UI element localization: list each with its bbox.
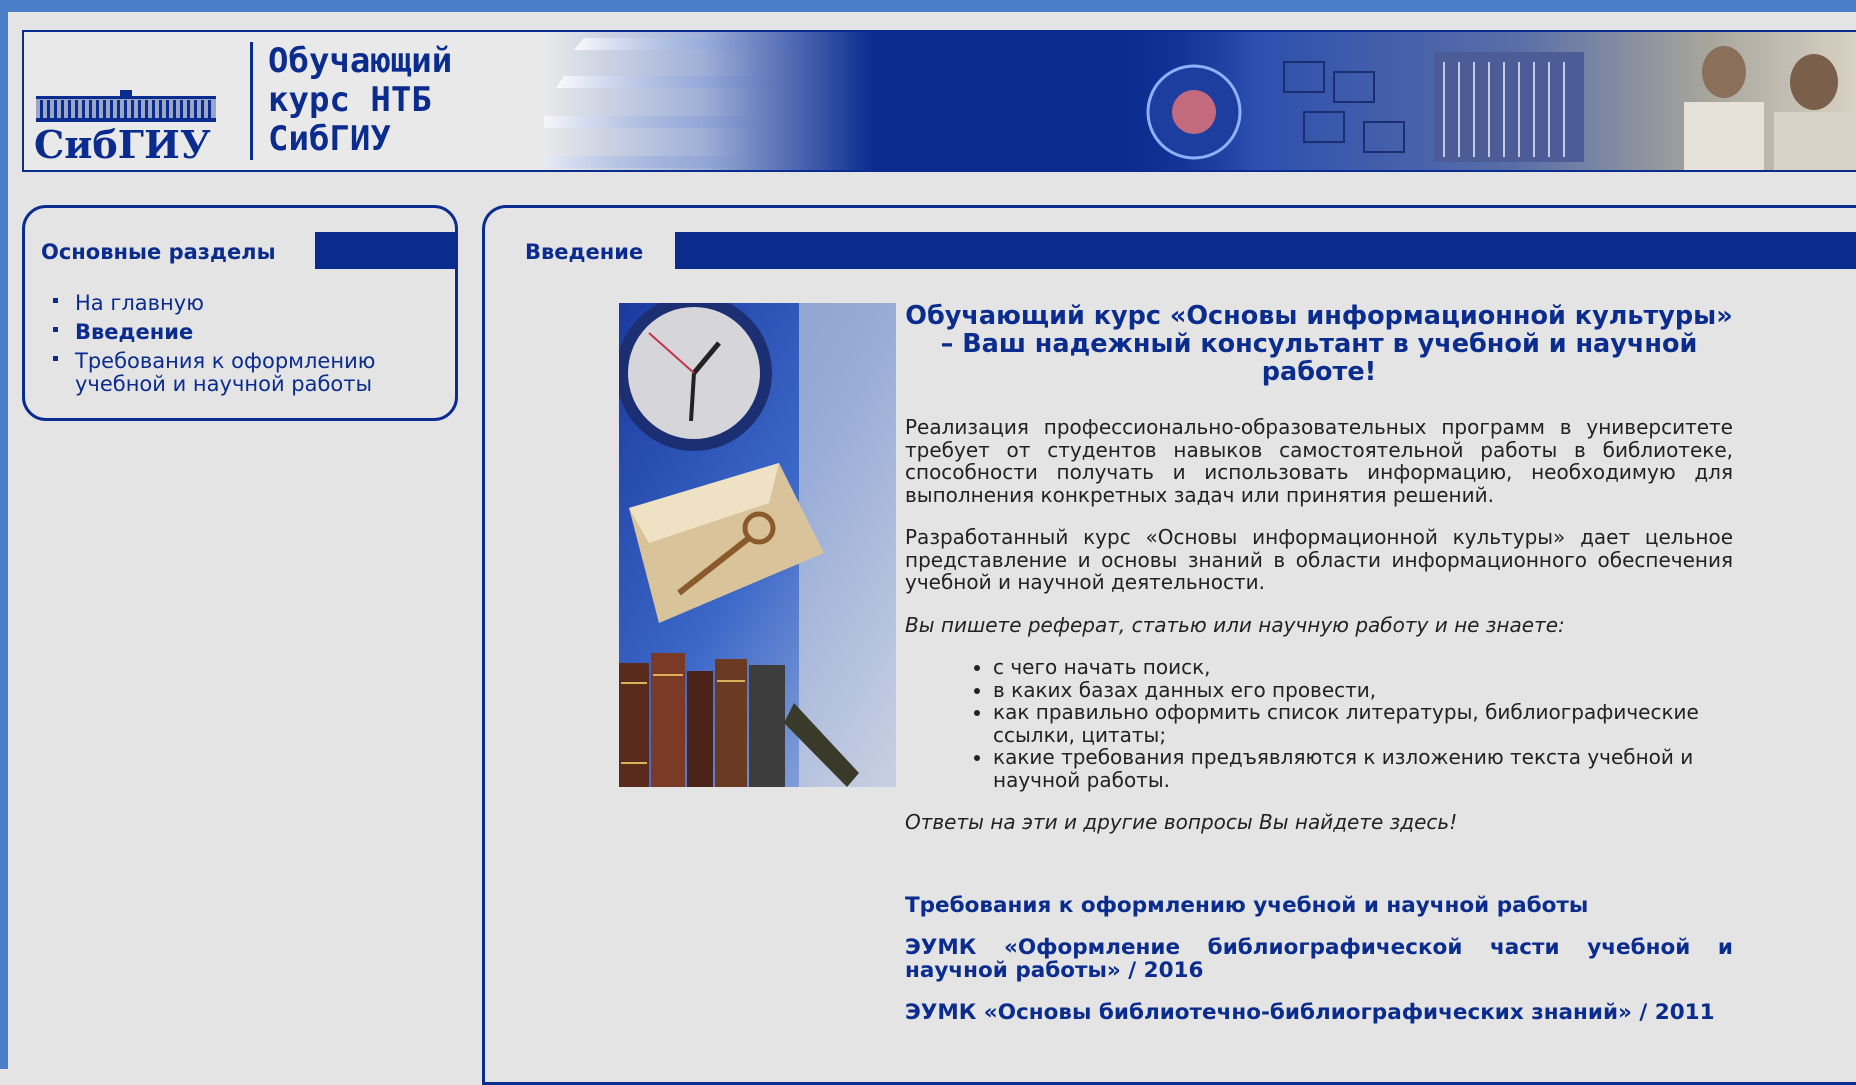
list-item: с чего начать поиск, bbox=[993, 656, 1733, 679]
window-left-border bbox=[0, 0, 8, 1069]
logo-text: СибГИУ bbox=[34, 122, 211, 167]
main-panel: Введение Обучающий курс «Основы информац… bbox=[482, 205, 1856, 1085]
intro-paragraph-1: Реализация профессионально-образовательн… bbox=[905, 415, 1733, 507]
link-requirements[interactable]: Требования к оформлению учебной и научно… bbox=[905, 894, 1733, 917]
sidebar-item-requirements[interactable]: Требования к оформлению учебной и научно… bbox=[49, 350, 439, 396]
question-intro: Вы пишете реферат, статью или научную ра… bbox=[905, 612, 1565, 637]
window-top-border bbox=[0, 0, 1856, 12]
library-illustration bbox=[619, 303, 896, 787]
link-eumk-bibliography-2016[interactable]: ЭУМК «Оформление библиографической части… bbox=[905, 936, 1733, 982]
sidebar-item-home[interactable]: На главную bbox=[49, 292, 439, 315]
main-content: Обучающий курс «Основы информационной ку… bbox=[905, 302, 1733, 1043]
sibgiu-logo[interactable]: СибГИУ bbox=[32, 52, 244, 167]
answer-line: Ответы на эти и другие вопросы Вы найдет… bbox=[905, 810, 1458, 834]
sidebar-tab-bar: Основные разделы bbox=[25, 232, 455, 269]
main-tab-bar: Введение bbox=[485, 232, 1856, 269]
university-building-icon bbox=[36, 90, 216, 122]
sidebar-title: Основные разделы bbox=[41, 240, 276, 264]
logo-divider bbox=[250, 42, 253, 160]
page-heading: Обучающий курс «Основы информационной ку… bbox=[905, 301, 1733, 387]
site-title: Обучающий курс НТБ СибГИУ bbox=[268, 41, 453, 159]
list-item: как правильно оформить список литературы… bbox=[993, 701, 1733, 746]
header-banner-image bbox=[544, 32, 1856, 170]
intro-paragraph-2: Разработанный курс «Основы информационно… bbox=[905, 525, 1733, 594]
main-title: Введение bbox=[525, 240, 644, 264]
sidebar-item-introduction[interactable]: Введение bbox=[49, 321, 439, 344]
list-item: в каких базах данных его провести, bbox=[993, 678, 1733, 702]
resource-links: Требования к оформлению учебной и научно… bbox=[905, 894, 1733, 1024]
list-item: какие требования предъявляются к изложен… bbox=[993, 746, 1733, 791]
sidebar-panel: Основные разделы На главную Введение Тре… bbox=[22, 205, 458, 421]
link-eumk-library-knowledge-2011[interactable]: ЭУМК «Основы библиотечно-библиографическ… bbox=[905, 1001, 1733, 1024]
site-header: СибГИУ Обучающий курс НТБ СибГИУ bbox=[22, 30, 1856, 172]
sidebar-nav: На главную Введение Требования к оформле… bbox=[49, 292, 439, 402]
question-list: с чего начать поиск, в каких базах данны… bbox=[905, 656, 1733, 791]
